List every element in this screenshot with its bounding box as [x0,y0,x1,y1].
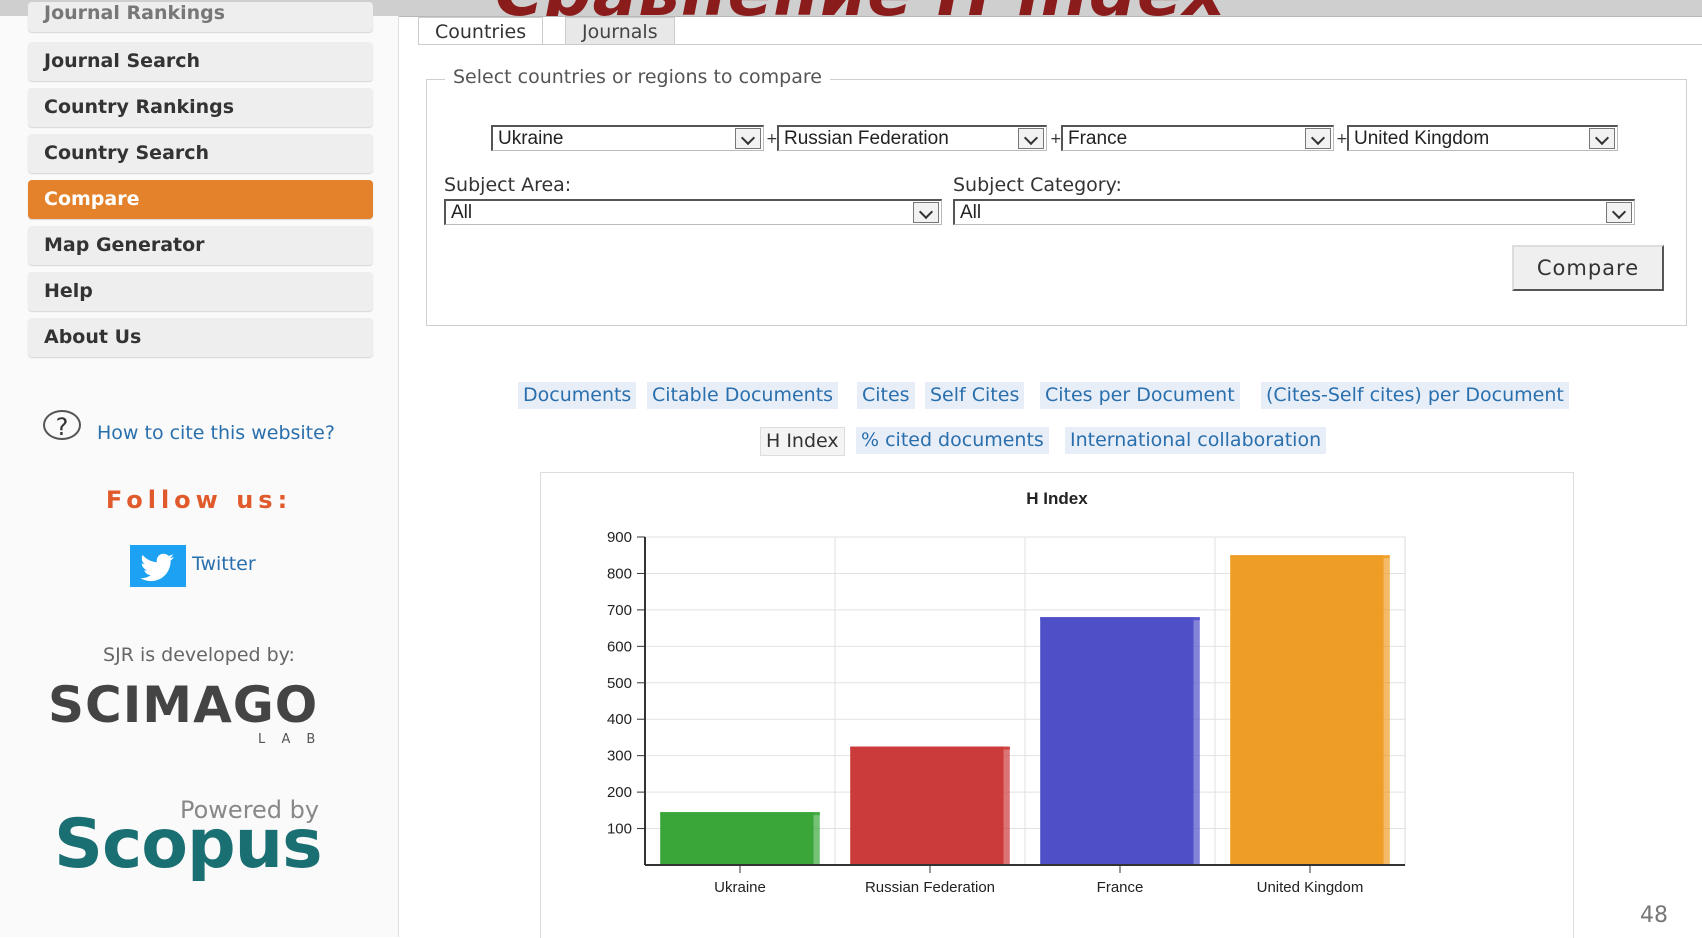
sidebar-item-journal-rankings[interactable]: Journal Rankings [28,2,373,32]
country-select-4[interactable]: United Kingdom [1347,125,1618,151]
chevron-down-icon[interactable] [735,128,761,149]
country-select-2-value: Russian Federation [784,128,949,149]
chart-title: H Index [1026,489,1088,508]
bar-united-kingdom [1230,555,1384,865]
chevron-down-icon[interactable] [1018,128,1044,149]
metric-cites[interactable]: Cites [857,382,915,409]
bar-russian-federation [850,746,1004,865]
bar-top [850,746,1010,750]
sidebar-item-journal-search[interactable]: Journal Search [28,42,373,81]
bar-france [1040,617,1194,865]
compare-button[interactable]: Compare [1512,245,1664,291]
chart-panel: H Index 100 200 300 400 500 600 700 800 900 Ukrai… [540,472,1574,938]
chevron-down-icon[interactable] [1589,128,1615,149]
metric-self-cites[interactable]: Self Cites [925,382,1025,409]
cite-link[interactable]: How to cite this website? [97,422,335,444]
page-number: 48 [1640,903,1668,928]
h-index-chart: H Index 100 200 300 400 500 600 700 800 900 Ukrai… [607,489,1406,896]
plus-sign: + [766,131,778,147]
developed-by-text: SJR is developed by: [103,644,295,666]
twitter-icon[interactable] [130,545,186,587]
y-tick-label: 300 [607,748,632,765]
tab-journals[interactable]: Journals [565,17,675,45]
x-tick-label: Ukraine [714,879,766,896]
sidebar-item-country-search[interactable]: Country Search [28,134,373,173]
subject-category-select[interactable]: All [953,199,1635,225]
bar-top [1040,617,1200,621]
bar-ukraine [660,812,814,865]
twitter-link[interactable]: Twitter [192,553,256,575]
metric-cites-per-document[interactable]: Cites per Document [1040,382,1240,409]
form-legend: Select countries or regions to compare [445,66,830,88]
x-tick-label: United Kingdom [1257,879,1364,896]
country-select-1[interactable]: Ukraine [491,125,764,151]
follow-us-heading: Follow us: [105,486,293,514]
metric-percent-cited-documents[interactable]: % cited documents [856,427,1049,454]
country-select-3[interactable]: France [1061,125,1334,151]
metric-h-index[interactable]: H Index [760,427,845,456]
bar-shade [1003,746,1010,865]
metric-cites-self-cites-per-document[interactable]: (Cites-Self cites) per Document [1261,382,1569,409]
scimago-lab-text: LAB [258,732,332,747]
y-tick-label: 800 [607,565,632,582]
subject-area-select[interactable]: All [444,199,942,225]
y-tick-label: 700 [607,602,632,619]
tab-countries[interactable]: Countries [418,17,544,45]
country-select-4-value: United Kingdom [1354,128,1490,149]
chevron-down-icon[interactable] [913,202,939,223]
plus-sign: + [1050,131,1062,147]
country-select-2[interactable]: Russian Federation [777,125,1047,151]
subject-category-label: Subject Category: [953,174,1122,196]
country-select-3-value: France [1068,128,1128,149]
metric-documents[interactable]: Documents [518,382,637,409]
y-tick-label: 400 [607,711,632,728]
question-icon[interactable]: ? [43,410,81,441]
plus-sign: + [1336,131,1348,147]
bar-top [1230,555,1390,559]
x-tick-label: France [1097,879,1144,896]
y-tick-label: 600 [607,638,632,655]
bar-top [660,812,820,816]
y-tick-label: 900 [607,529,632,546]
sidebar-item-about-us[interactable]: About Us [28,318,373,357]
chevron-down-icon[interactable] [1305,128,1331,149]
y-tick-label: 200 [607,784,632,801]
y-tick-label: 100 [607,821,632,838]
sidebar-item-compare[interactable]: Compare [28,180,373,219]
sidebar-item-help[interactable]: Help [28,272,373,311]
metric-international-collaboration[interactable]: International collaboration [1065,427,1327,454]
bar-shade [1193,617,1200,865]
tab-divider [418,44,1702,45]
sidebar-item-map-generator[interactable]: Map Generator [28,226,373,265]
metric-citable-documents[interactable]: Citable Documents [647,382,839,409]
bar-shade [1383,555,1390,865]
y-tick-label: 500 [607,675,632,692]
bar-shade [813,812,820,865]
scimago-logo: SCIMAGO [48,676,319,734]
subject-category-value: All [960,202,982,223]
slide-title: Сравнение H index [495,0,1226,16]
scopus-logo: Scopus [54,805,323,884]
subject-area-label: Subject Area: [444,174,572,196]
x-tick-label: Russian Federation [865,879,995,896]
subject-area-value: All [451,202,473,223]
sidebar-item-country-rankings[interactable]: Country Rankings [28,88,373,127]
country-select-1-value: Ukraine [498,128,564,149]
chevron-down-icon[interactable] [1606,202,1632,223]
